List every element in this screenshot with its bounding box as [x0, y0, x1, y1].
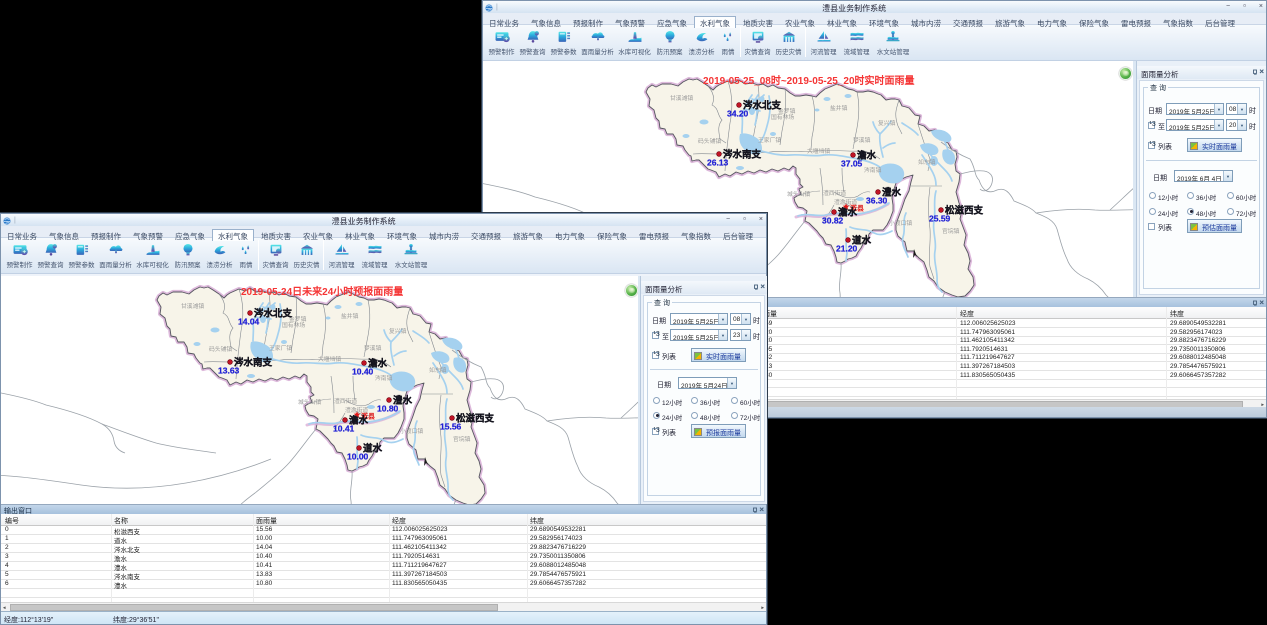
- svg-text:36.30: 36.30: [866, 196, 888, 206]
- svg-text:如东镇: 如东镇: [429, 366, 447, 374]
- svg-text:涔南镇: 涔南镇: [864, 166, 882, 174]
- svg-text:盐井镇: 盐井镇: [341, 312, 359, 320]
- svg-text:涔水南支: 涔水南支: [723, 149, 762, 161]
- svg-text:小渡口镇: 小渡口镇: [400, 427, 423, 435]
- svg-text:涔水北支: 涔水北支: [254, 308, 293, 320]
- svg-text:梦溪镇: 梦溪镇: [853, 136, 871, 144]
- svg-text:甘溪滩镇: 甘溪滩镇: [181, 302, 204, 310]
- svg-text:王家厂镇: 王家厂镇: [269, 344, 292, 352]
- svg-text:松滋西支: 松滋西支: [945, 205, 984, 217]
- svg-text:复兴镇: 复兴镇: [878, 119, 896, 127]
- svg-text:30.82: 30.82: [822, 216, 844, 226]
- svg-text:大堰垱镇: 大堰垱镇: [807, 147, 830, 155]
- svg-text:复兴镇: 复兴镇: [389, 327, 407, 335]
- svg-text:如东镇: 如东镇: [918, 158, 936, 166]
- svg-text:涔南镇: 涔南镇: [375, 374, 393, 382]
- svg-text:澧西街道: 澧西街道: [823, 189, 846, 197]
- svg-text:34.20: 34.20: [727, 109, 749, 119]
- svg-text:王家厂镇: 王家厂镇: [758, 136, 781, 144]
- svg-text:26.13: 26.13: [707, 158, 729, 168]
- svg-text:25.59: 25.59: [929, 214, 951, 224]
- svg-text:城头山镇: 城头山镇: [298, 398, 321, 406]
- svg-text:码头铺镇: 码头铺镇: [698, 137, 721, 145]
- svg-text:15.56: 15.56: [440, 422, 462, 432]
- svg-text:涔水北支: 涔水北支: [743, 100, 782, 112]
- svg-text:码头铺镇: 码头铺镇: [209, 345, 232, 353]
- svg-text:14.04: 14.04: [238, 317, 260, 327]
- svg-text:大堰垱镇: 大堰垱镇: [318, 355, 341, 363]
- svg-text:梦溪镇: 梦溪镇: [364, 344, 382, 352]
- svg-text:官垸镇: 官垸镇: [942, 227, 960, 235]
- svg-text:官垸镇: 官垸镇: [453, 435, 471, 443]
- svg-text:10.00: 10.00: [347, 452, 369, 462]
- svg-text:松滋西支: 松滋西支: [456, 413, 495, 425]
- svg-text:国有林场: 国有林场: [771, 113, 794, 121]
- svg-text:涔水南支: 涔水南支: [234, 357, 273, 369]
- svg-text:澧西街道: 澧西街道: [334, 397, 357, 405]
- svg-text:甘溪滩镇: 甘溪滩镇: [670, 94, 693, 102]
- svg-text:21.20: 21.20: [836, 244, 858, 254]
- svg-text:10.80: 10.80: [377, 404, 399, 414]
- svg-text:小渡口镇: 小渡口镇: [889, 219, 912, 227]
- svg-text:城头山镇: 城头山镇: [787, 190, 810, 198]
- svg-text:10.41: 10.41: [333, 424, 355, 434]
- svg-text:国有林场: 国有林场: [282, 321, 305, 329]
- svg-text:13.63: 13.63: [218, 366, 240, 376]
- svg-text:10.40: 10.40: [352, 367, 374, 377]
- svg-text:37.05: 37.05: [841, 159, 863, 169]
- svg-text:盐井镇: 盐井镇: [830, 104, 848, 112]
